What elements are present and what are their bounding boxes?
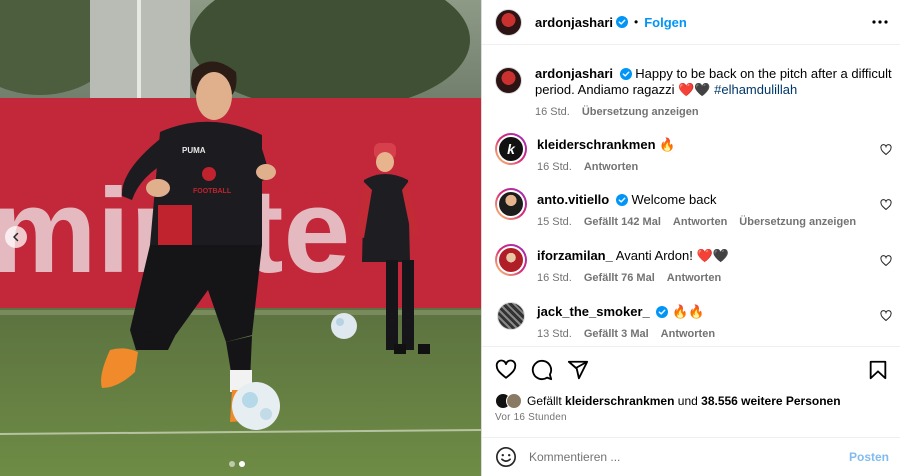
translate-link[interactable]: Übersetzung anzeigen [582,104,699,120]
comment-input[interactable] [529,450,849,464]
avatar[interactable] [495,244,527,276]
like-comment-heart-icon[interactable] [880,199,892,211]
share-icon [567,360,589,380]
translate-link[interactable]: Übersetzung anzeigen [739,214,856,230]
comments-list[interactable]: ardonjashari Happy to be back on the pit… [482,46,900,345]
likes-user-link[interactable]: kleiderschrankmen [565,394,674,408]
comment-username[interactable]: jack_the_smoker_ [537,304,650,319]
post-comment-button[interactable]: Posten [849,450,889,464]
verified-badge-icon [619,68,632,80]
shirt-sponsor: FOOTBALL [193,188,232,195]
shirt-brand: PUMA [182,146,206,155]
reply-button[interactable]: Antworten [667,270,721,286]
comment-item: iforzamilan_ Avanti Ardon! ❤️🖤 16 Std. G… [495,243,892,286]
comment-item: k kleiderschrankmen 🔥 16 Std. Antworten [495,132,892,175]
comment-text: 🔥🔥 [672,304,705,319]
comment-text: Avanti Ardon! ❤️🖤 [615,248,729,263]
carousel-indicator [229,461,245,467]
comment-username[interactable]: anto.vitiello [537,192,609,207]
caption-time: 16 Std. [535,106,570,118]
avatar[interactable] [497,302,525,330]
comment-item: jack_the_smoker_ 🔥🔥 13 Std. Gefällt 3 Ma… [495,301,892,342]
comment-time: 16 Std. [537,272,572,284]
comment-time: 16 Std. [537,161,572,173]
comment-item: anto.vitiello Welcome back 15 Std. Gefäl… [495,187,892,230]
comment-button[interactable] [531,359,553,381]
avatar[interactable] [495,8,522,36]
likes-prefix: Gefällt [527,394,562,408]
like-comment-heart-icon[interactable] [880,310,892,322]
reply-button[interactable]: Antworten [673,214,727,230]
emoji-button[interactable] [495,446,517,468]
comment-time: 15 Std. [537,216,572,228]
verified-badge-icon [615,194,628,206]
like-comment-heart-icon[interactable] [880,255,892,267]
post-actions: Gefällt kleiderschrankmen und 38.556 wei… [482,346,900,423]
post-photo[interactable]: mirate PUMA FOOTBALL [0,0,481,476]
verified-badge-icon [616,16,629,28]
carousel-dot [229,461,235,467]
more-horizontal-icon [872,20,888,24]
avatar[interactable] [495,67,522,94]
likes-others-link[interactable]: 38.556 weitere Personen [701,394,840,408]
verified-badge-icon [656,306,669,318]
reply-button[interactable]: Antworten [584,159,638,175]
bookmark-icon [869,360,887,380]
like-button[interactable] [495,359,517,381]
reply-button[interactable]: Antworten [661,326,715,342]
avatar[interactable]: k [495,133,527,165]
carousel-dot-active [239,461,245,467]
follow-button[interactable]: Folgen [644,15,687,30]
post-timestamp: Vor 16 Stunden [495,412,567,423]
caption: ardonjashari Happy to be back on the pit… [495,66,892,120]
separator: • [634,15,639,29]
post-header: ardonjashari • Folgen [482,0,900,45]
caption-emojis: ❤️🖤 [678,82,711,97]
comment-likes[interactable]: Gefällt 142 Mal [584,214,661,230]
previous-image-button[interactable] [5,226,27,248]
avatar [506,393,522,409]
save-button[interactable] [867,359,889,381]
heart-icon [495,359,517,379]
training-photo: mirate PUMA FOOTBALL [0,0,481,476]
comment-time: 13 Std. [537,328,572,340]
comment-icon [531,359,553,381]
avatar[interactable] [495,188,527,220]
more-options-button[interactable] [872,20,888,24]
smiley-icon [496,447,516,467]
comment-text: Welcome back [631,192,717,207]
comment-username[interactable]: kleiderschrankmen [537,137,656,152]
like-comment-heart-icon[interactable] [880,144,892,156]
hashtag-link[interactable]: #elhamdulillah [714,82,797,97]
share-button[interactable] [567,359,589,381]
chevron-left-icon [13,232,19,242]
likes-connector: und [677,394,698,408]
comment-likes[interactable]: Gefällt 76 Mal [584,270,655,286]
likes-summary: Gefällt kleiderschrankmen und 38.556 wei… [495,393,889,409]
author-username[interactable]: ardonjashari [535,15,613,30]
post-details-panel: ardonjashari • Folgen ardonjashari Happy… [481,0,900,476]
comment-likes[interactable]: Gefällt 3 Mal [584,326,649,342]
caption-username[interactable]: ardonjashari [535,66,613,81]
comment-username[interactable]: iforzamilan_ [537,248,613,263]
comment-composer: Posten [482,437,900,476]
comment-text: 🔥 [659,137,676,152]
